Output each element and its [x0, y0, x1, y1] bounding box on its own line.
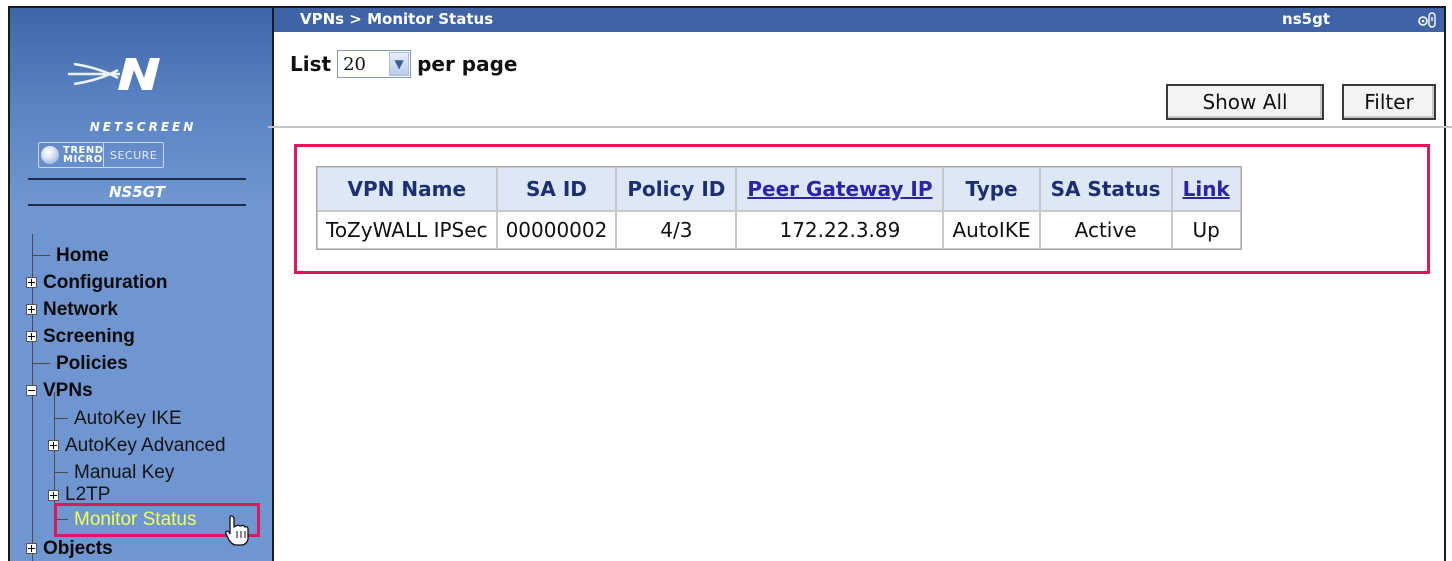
cell-peer-gateway-ip: 172.22.3.89	[736, 211, 944, 249]
list-suffix: per page	[417, 52, 518, 76]
per-page-select[interactable]: 20 ▼	[337, 50, 412, 78]
expand-icon[interactable]	[26, 543, 37, 554]
nav-item-l2tp[interactable]: L2TP	[48, 486, 110, 504]
tree-connector	[32, 255, 50, 256]
device-name: ns5gt	[1282, 10, 1330, 28]
trend-ball-icon	[41, 146, 59, 164]
tree-connector	[54, 418, 68, 419]
nav-item-label: Manual Key	[74, 461, 175, 483]
nav-item-label: Configuration	[43, 271, 168, 293]
per-page-value: 20	[343, 53, 366, 75]
nav-item-label: Network	[43, 298, 118, 320]
expand-icon[interactable]	[26, 331, 37, 342]
cell-policy-id: 4/3	[616, 211, 737, 249]
brand-name: NETSCREEN	[89, 120, 197, 134]
nav-item-label: Policies	[56, 352, 128, 374]
collapse-icon[interactable]	[26, 385, 37, 396]
chevron-down-icon[interactable]: ▼	[389, 52, 410, 76]
table-header-row: VPN Name SA ID Policy ID Peer Gateway IP…	[317, 167, 1241, 211]
column-header-vpn-name[interactable]: VPN Name	[317, 167, 497, 211]
partner-logo-text: TREND MICRO	[63, 145, 104, 165]
column-header-sa-status[interactable]: SA Status	[1039, 167, 1172, 211]
sidebar: NETSCREEN TREND MICRO SECURE NS5GT Home …	[10, 8, 272, 561]
column-header-link-link[interactable]: Link	[1171, 167, 1241, 211]
nav-item-autokey-advanced[interactable]: AutoKey Advanced	[48, 432, 226, 459]
column-header-peer-gateway-ip-link[interactable]: Peer Gateway IP	[736, 167, 944, 211]
column-header-sa-id[interactable]: SA ID	[496, 167, 617, 211]
cell-sa-id: 00000002	[496, 211, 617, 249]
cell-vpn-name: ToZyWALL IPSec	[317, 211, 497, 249]
cell-type: AutoIKE	[943, 211, 1040, 249]
nav-item-autokey-ike[interactable]: AutoKey IKE	[54, 405, 182, 432]
pagination-control: List 20 ▼ per page	[290, 50, 517, 78]
hand-cursor-icon	[225, 515, 249, 546]
tree-connector	[54, 472, 68, 473]
nav-item-manual-key[interactable]: Manual Key	[54, 459, 174, 486]
vpn-status-table: VPN Name SA ID Policy ID Peer Gateway IP…	[316, 166, 1242, 250]
column-header-type[interactable]: Type	[943, 167, 1040, 211]
expand-icon[interactable]	[26, 277, 37, 288]
divider	[28, 178, 246, 180]
nav-item-label: L2TP	[65, 486, 111, 504]
expand-icon[interactable]	[48, 489, 59, 501]
show-all-button[interactable]: Show All	[1166, 84, 1324, 120]
table-row: ToZyWALL IPSec 00000002 4/3 172.22.3.89 …	[317, 211, 1241, 249]
nav-item-configuration[interactable]: Configuration	[26, 269, 168, 296]
nav-item-screening[interactable]: Screening	[26, 323, 135, 350]
cell-sa-status: Active	[1039, 211, 1172, 249]
breadcrumb: VPNs > Monitor Status	[300, 10, 494, 28]
netscreen-logo-icon	[68, 58, 160, 90]
nav-item-label: Objects	[43, 537, 113, 559]
column-header-policy-id[interactable]: Policy ID	[616, 167, 737, 211]
nav-item-label: AutoKey IKE	[74, 407, 182, 429]
expand-icon[interactable]	[48, 440, 59, 451]
header-bar: VPNs > Monitor Status ns5gt	[274, 8, 1444, 32]
nav-item-label: VPNs	[43, 379, 93, 401]
cell-link: Up	[1171, 211, 1241, 249]
partner-badge: TREND MICRO SECURE	[38, 142, 165, 168]
logout-icon[interactable]	[1416, 11, 1438, 29]
expand-icon[interactable]	[26, 304, 37, 315]
nav-item-vpns[interactable]: VPNs	[26, 377, 93, 404]
sidebar-divider	[272, 8, 274, 561]
nav-item-label: AutoKey Advanced	[65, 434, 226, 456]
filter-button[interactable]: Filter	[1342, 84, 1436, 120]
nav-item-home[interactable]: Home	[32, 242, 109, 269]
tree-connector	[32, 363, 50, 364]
model-name: NS5GT	[108, 183, 166, 201]
trend-logo: TREND MICRO	[39, 145, 104, 165]
divider	[268, 126, 1452, 128]
nav-item-label: Home	[56, 244, 109, 266]
nav-item-policies[interactable]: Policies	[32, 350, 128, 377]
partner-tag: SECURE	[103, 143, 163, 167]
nav-item-objects[interactable]: Objects	[26, 535, 113, 561]
list-prefix: List	[290, 52, 332, 76]
nav-item-network[interactable]: Network	[26, 296, 118, 323]
divider	[28, 204, 246, 206]
nav-item-label: Screening	[43, 325, 135, 347]
